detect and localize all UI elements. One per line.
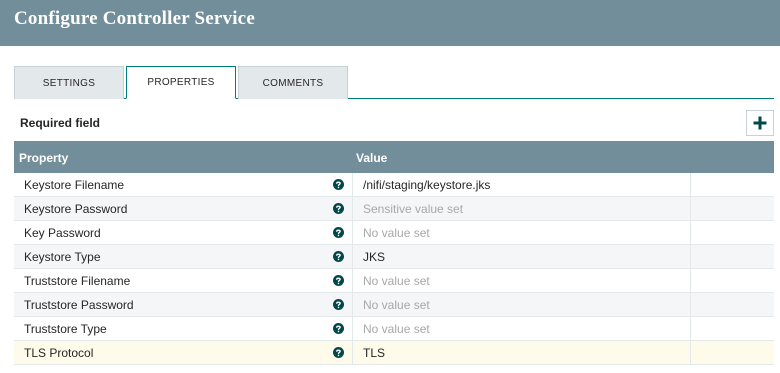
properties-table: Property Value Keystore Filename/nifi/st… [14, 141, 774, 365]
property-name: Truststore Type [24, 322, 107, 336]
property-name: Key Password [24, 226, 101, 240]
property-value[interactable]: JKS [363, 250, 385, 264]
column-header-property[interactable]: Property [19, 151, 68, 165]
help-icon[interactable] [333, 227, 344, 238]
column-divider [690, 197, 691, 221]
help-icon[interactable] [333, 275, 344, 286]
column-divider [352, 293, 353, 317]
column-divider [690, 173, 691, 197]
table-body: Keystore Filename/nifi/staging/keystore.… [14, 173, 774, 365]
table-row[interactable]: Keystore Password Sensitive value set [14, 197, 774, 221]
property-name: Keystore Filename [24, 178, 125, 192]
tab-comments[interactable]: COMMENTS [238, 66, 348, 99]
property-name: TLS Protocol [24, 346, 94, 360]
plus-icon [753, 116, 767, 130]
table-row[interactable]: Keystore Filename/nifi/staging/keystore.… [14, 173, 774, 197]
column-divider [352, 341, 353, 365]
add-property-button[interactable] [746, 110, 774, 136]
property-value[interactable]: Sensitive value set [363, 202, 463, 216]
property-value[interactable]: No value set [363, 226, 430, 240]
table-row[interactable]: TLS Protocol TLS [14, 341, 774, 365]
property-name: Keystore Type [24, 250, 101, 264]
table-row[interactable]: Keystore Type JKS [14, 245, 774, 269]
column-divider [690, 341, 691, 365]
property-value[interactable]: /nifi/staging/keystore.jks [363, 178, 490, 192]
column-header-value[interactable]: Value [356, 151, 387, 165]
help-icon[interactable] [333, 323, 344, 334]
table-header: Property Value [14, 141, 774, 173]
help-icon[interactable] [333, 299, 344, 310]
property-value[interactable]: No value set [363, 274, 430, 288]
tab-properties[interactable]: PROPERTIES [126, 66, 236, 99]
column-divider [352, 245, 353, 269]
tab-bar: SETTINGS PROPERTIES COMMENTS [14, 66, 774, 99]
property-name: Keystore Password [24, 202, 128, 216]
help-icon[interactable] [333, 251, 344, 262]
property-name: Truststore Filename [24, 274, 131, 288]
property-value[interactable]: No value set [363, 322, 430, 336]
table-row[interactable]: Truststore Type No value set [14, 317, 774, 341]
column-divider [690, 317, 691, 341]
column-divider [690, 293, 691, 317]
column-divider [352, 221, 353, 245]
property-value[interactable]: No value set [363, 298, 430, 312]
property-name: Truststore Password [24, 298, 134, 312]
help-icon[interactable] [333, 203, 344, 214]
column-divider [352, 269, 353, 293]
column-divider [690, 221, 691, 245]
table-row[interactable]: Key Password No value set [14, 221, 774, 245]
column-divider [690, 269, 691, 293]
column-divider [352, 173, 353, 197]
tab-settings[interactable]: SETTINGS [14, 66, 124, 99]
property-value[interactable]: TLS [363, 346, 385, 360]
dialog-title: Configure Controller Service [14, 8, 255, 29]
table-row[interactable]: Truststore Filename No value set [14, 269, 774, 293]
column-divider [352, 197, 353, 221]
table-row[interactable]: Truststore Password No value set [14, 293, 774, 317]
help-icon[interactable] [333, 179, 344, 190]
column-divider [352, 317, 353, 341]
column-divider [690, 245, 691, 269]
dialog-header: Configure Controller Service [0, 0, 780, 46]
required-field-label: Required field [20, 116, 101, 130]
help-icon[interactable] [333, 347, 344, 358]
